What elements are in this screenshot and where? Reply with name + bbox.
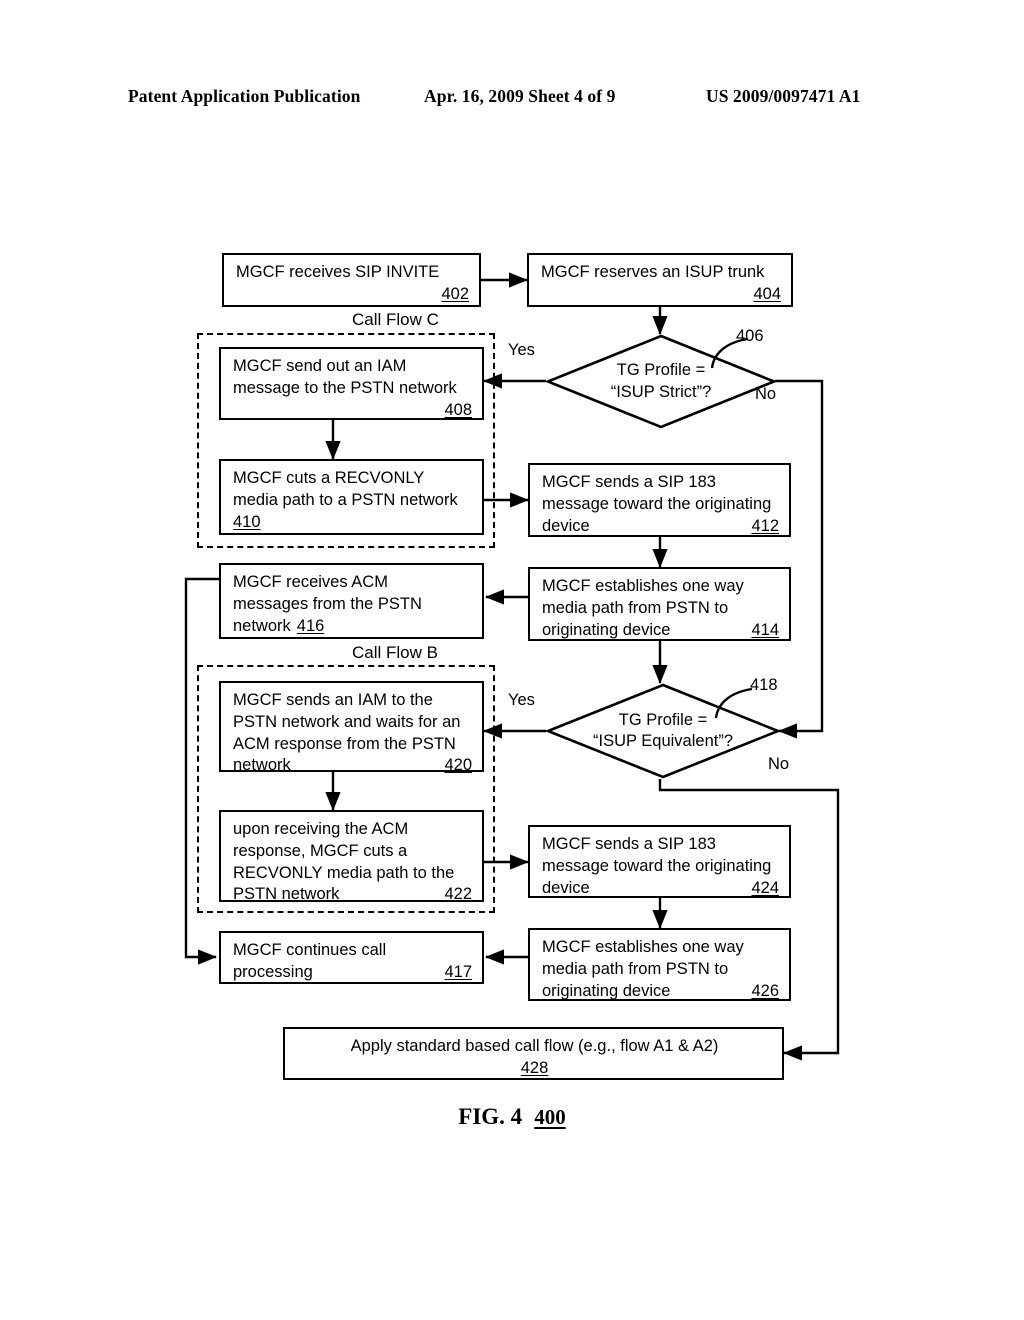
node-424-number: 424	[751, 878, 779, 897]
node-416-line-2: messages from the PSTN	[233, 594, 422, 613]
branch-label-no-406: No	[755, 385, 777, 403]
node-408-line-2: message to the PSTN network	[233, 378, 457, 397]
node-408-mgcf-send-iam-to-pstn[interactable]: MGCF send out an IAM message to the PSTN…	[219, 347, 484, 420]
node-414-line-3: originating device	[542, 620, 671, 639]
node-426-line-3: originating device	[542, 981, 671, 1000]
node-426-line-1: MGCF establishes one way	[542, 938, 744, 956]
node-417-line-2: processing	[233, 962, 313, 981]
node-422-line-1: upon receiving the ACM	[233, 820, 409, 838]
node-412-mgcf-sends-sip-183[interactable]: MGCF sends a SIP 183 message toward the …	[528, 463, 791, 537]
node-424-line-1: MGCF sends a SIP 183	[542, 835, 716, 853]
node-426-line-2: media path from PSTN to	[542, 959, 729, 978]
node-420-line-2: PSTN network and waits for an	[233, 712, 461, 731]
node-416-line-1: MGCF receives ACM	[233, 573, 388, 591]
node-402-mgcf-receives-sip-invite[interactable]: MGCF receives SIP INVITE 402	[222, 253, 481, 307]
node-414-line-2: media path from PSTN to	[542, 598, 729, 617]
node-426-number: 426	[751, 981, 779, 1000]
group-label-call-flow-c: Call Flow C	[352, 310, 439, 329]
node-410-line-1: MGCF cuts a RECVONLY	[233, 469, 425, 487]
node-412-line-1: MGCF sends a SIP 183	[542, 473, 716, 491]
node-408-line-1: MGCF send out an IAM	[233, 357, 407, 375]
node-416-number: 416	[296, 616, 325, 635]
node-420-number: 420	[444, 756, 472, 775]
node-420-line-1: MGCF sends an IAM to the	[233, 691, 433, 709]
node-406-line-1: TG Profile =	[616, 361, 706, 380]
node-418-line-1: TG Profile =	[618, 710, 708, 729]
node-420-line-4: network	[233, 756, 291, 775]
node-404-mgcf-reserves-isup-trunk[interactable]: MGCF reserves an ISUP trunk 404	[527, 253, 793, 307]
node-420-mgcf-sends-iam-waits-acm[interactable]: MGCF sends an IAM to the PSTN network an…	[219, 681, 484, 775]
node-404-line-1: MGCF reserves an ISUP trunk	[541, 263, 765, 281]
node-416-mgcf-receives-acm-messages[interactable]: MGCF receives ACM messages from the PSTN…	[219, 563, 484, 639]
node-410-mgcf-cuts-recvonly-media-path[interactable]: MGCF cuts a RECVONLY media path to a PST…	[219, 459, 484, 535]
node-412-line-2: message toward the originating	[542, 494, 772, 513]
figure-number: 400	[534, 1105, 566, 1129]
node-424-line-2: message toward the originating	[542, 856, 772, 875]
branch-label-no-418: No	[768, 755, 790, 773]
connector-418-no-to-428	[658, 779, 840, 1061]
node-408-number: 408	[444, 400, 472, 419]
node-422-line-4: PSTN network	[233, 885, 340, 904]
node-426-mgcf-establishes-one-way-media-path[interactable]: MGCF establishes one way media path from…	[528, 928, 791, 1001]
node-402-line-1: MGCF receives SIP INVITE	[236, 263, 440, 281]
node-424-line-3: device	[542, 878, 590, 897]
node-416-line-3: network	[233, 616, 291, 635]
node-410-line-2: media path to a PSTN network	[233, 490, 458, 509]
node-414-number: 414	[751, 620, 779, 639]
node-428-number: 428	[520, 1058, 549, 1077]
node-417-number: 417	[444, 962, 472, 981]
node-404-number: 404	[753, 284, 781, 303]
figure-caption-label: FIG. 4	[458, 1104, 523, 1129]
node-412-number: 412	[751, 516, 779, 535]
node-428-apply-standard-based-call-flow[interactable]: Apply standard based call flow (e.g., fl…	[283, 1027, 784, 1080]
node-418-line-2: “ISUP Equivalent”?	[592, 732, 734, 750]
branch-label-yes-406: Yes	[508, 341, 535, 359]
node-417-line-1: MGCF continues call	[233, 941, 387, 959]
group-label-call-flow-b: Call Flow B	[352, 643, 438, 662]
node-422-upon-receiving-acm-cuts-recvonly[interactable]: upon receiving the ACM response, MGCF cu…	[219, 810, 484, 904]
connector-406-no-to-418	[775, 379, 824, 739]
node-417-mgcf-continues-call-processing[interactable]: MGCF continues call processing 417	[219, 931, 484, 984]
node-406-line-2: “ISUP Strict”?	[610, 382, 712, 401]
node-422-line-3: RECVONLY media path to the	[233, 863, 455, 882]
node-428-line-1: Apply standard based call flow (e.g., fl…	[350, 1037, 719, 1055]
node-418-number: 418	[750, 676, 778, 694]
node-412-line-3: device	[542, 516, 590, 535]
branch-label-yes-418: Yes	[508, 691, 535, 709]
node-402-number: 402	[441, 284, 469, 303]
node-422-number: 422	[444, 885, 472, 904]
node-424-mgcf-sends-sip-183[interactable]: MGCF sends a SIP 183 message toward the …	[528, 825, 791, 898]
node-414-line-1: MGCF establishes one way	[542, 577, 744, 595]
node-414-mgcf-establishes-one-way-media-path[interactable]: MGCF establishes one way media path from…	[528, 567, 791, 641]
node-410-number: 410	[233, 512, 261, 531]
node-422-line-2: response, MGCF cuts a	[233, 841, 408, 860]
node-406-number: 406	[736, 327, 764, 345]
node-420-line-3: ACM response from the PSTN	[233, 734, 456, 753]
figure-caption: FIG. 4 400	[0, 1104, 1024, 1130]
